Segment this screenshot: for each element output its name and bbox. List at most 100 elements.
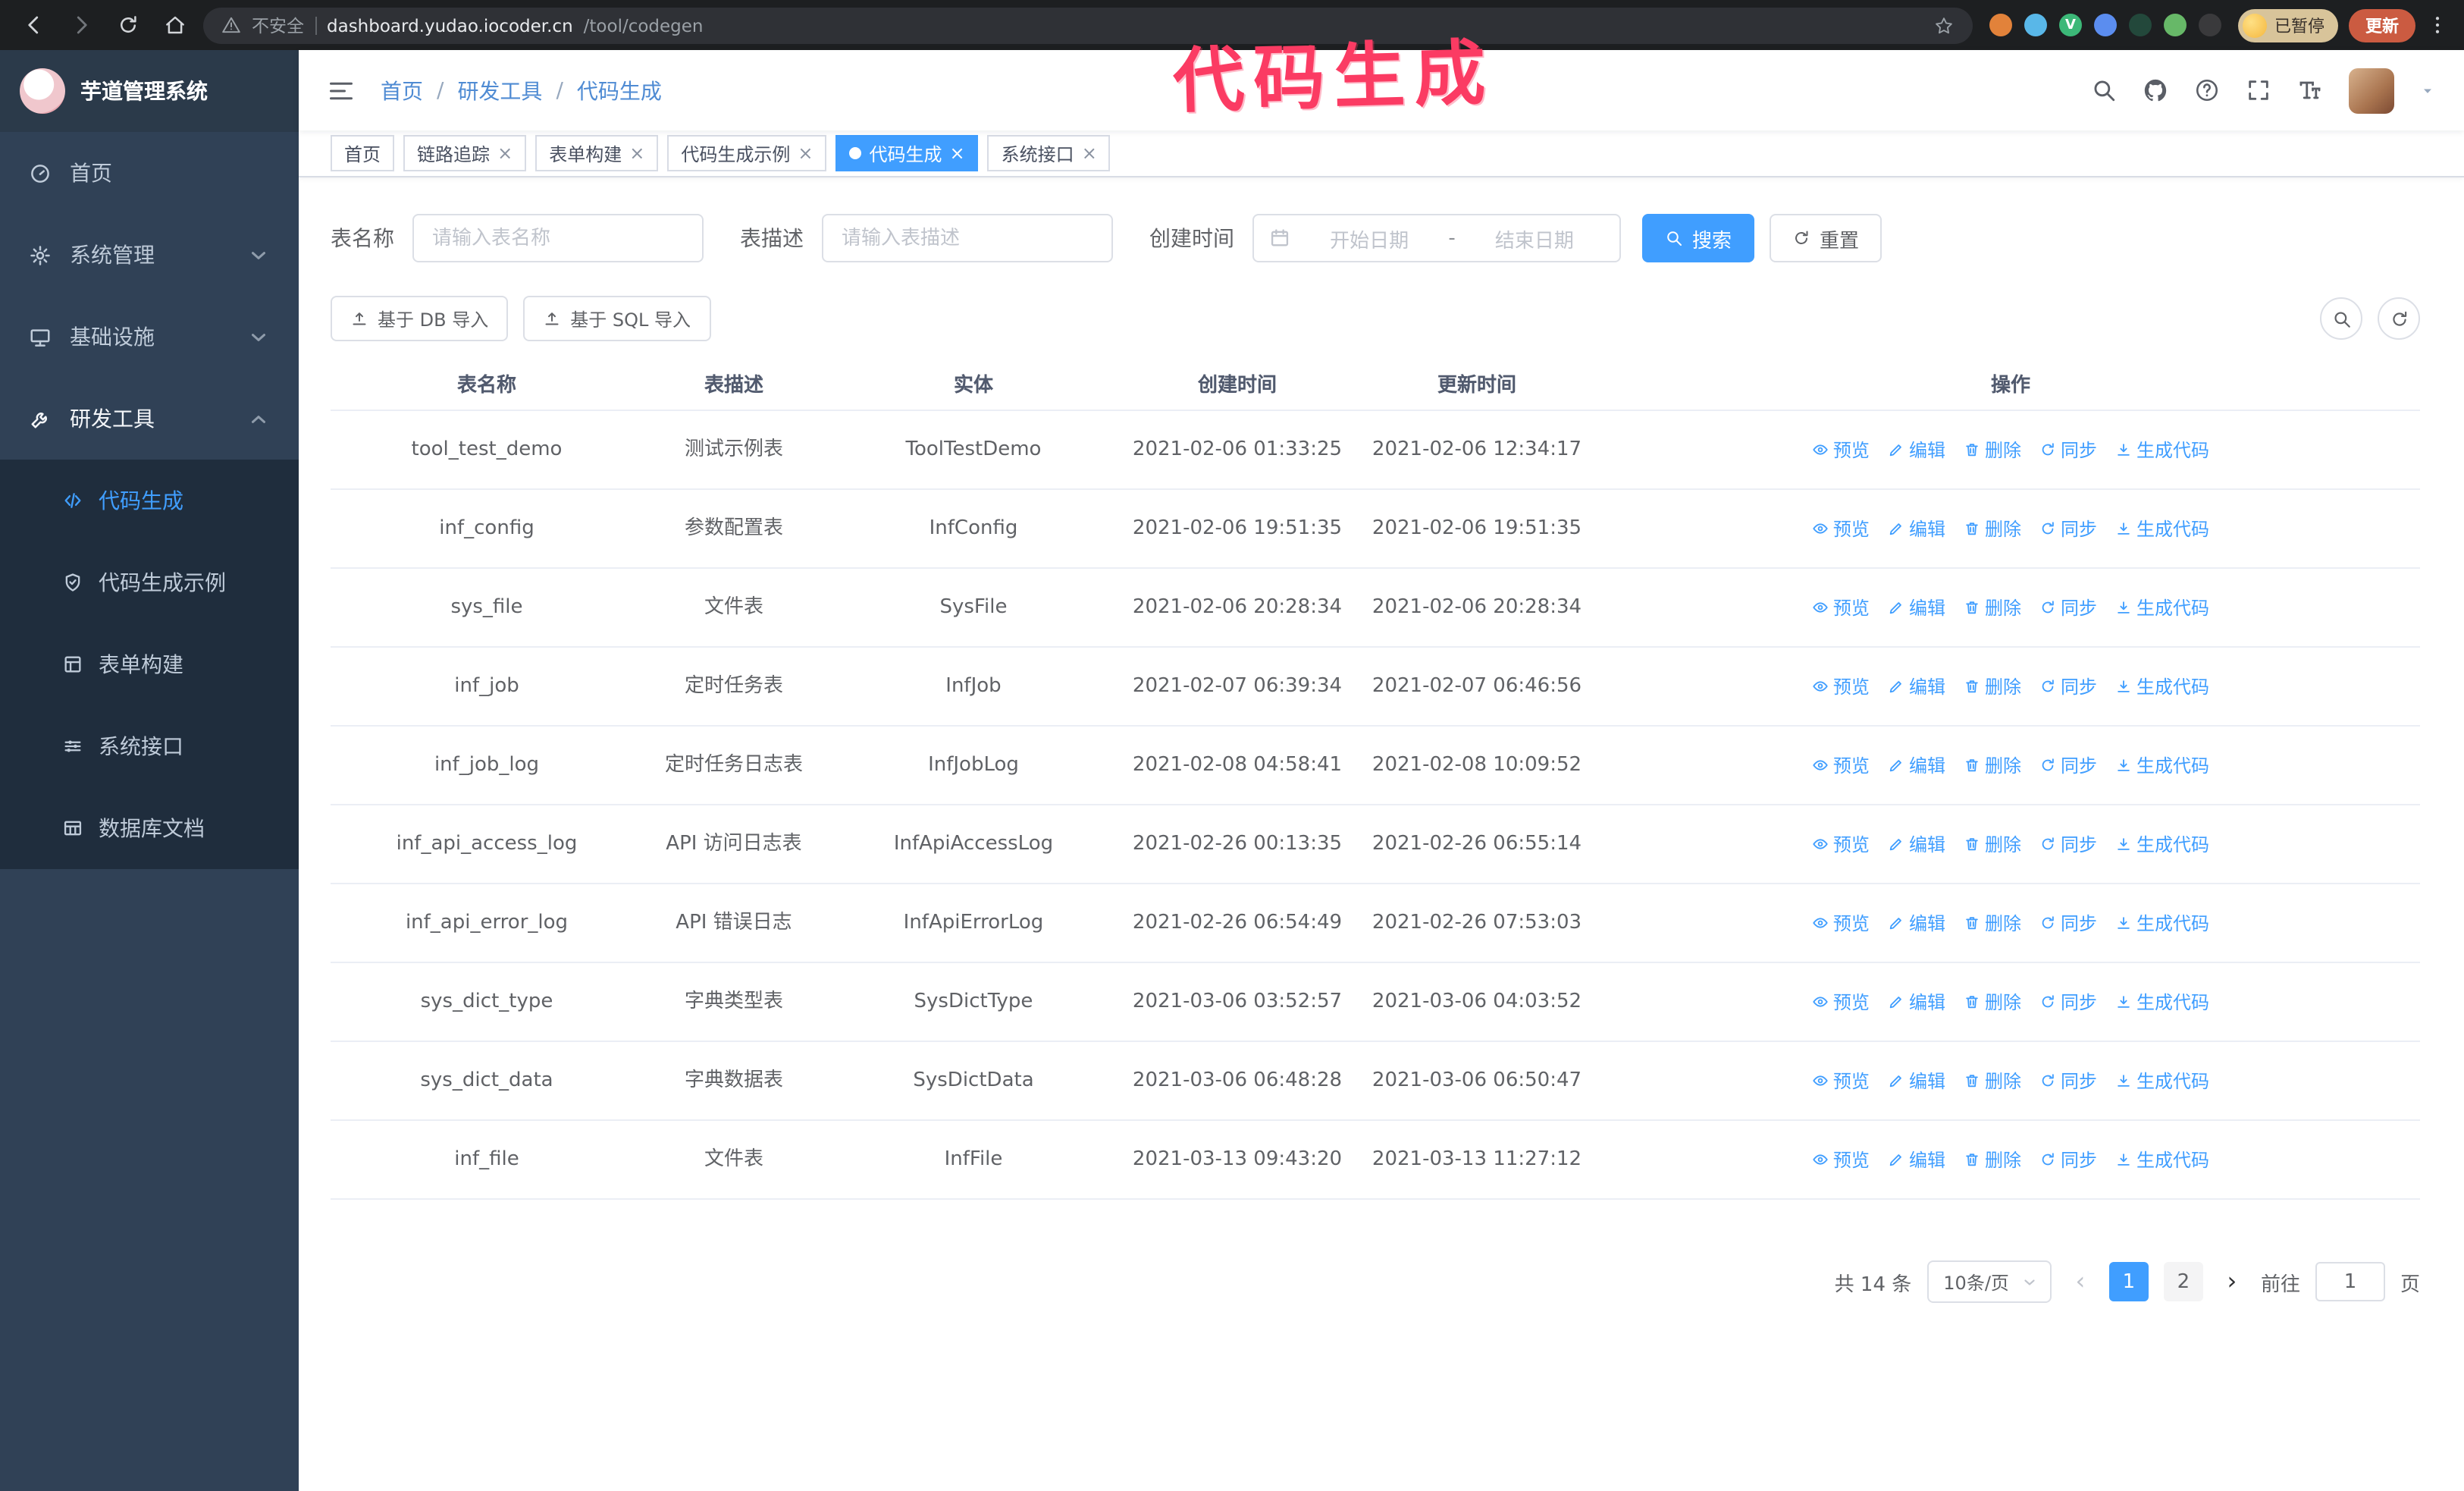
extension-leaf-icon[interactable] [2164,14,2187,36]
generate-code-link[interactable]: 生成代码 [2115,908,2209,938]
extension-grid-icon[interactable] [2094,14,2117,36]
refresh-table-button[interactable] [2378,297,2420,340]
bookmark-star-icon[interactable] [1933,14,1955,36]
browser-menu-icon[interactable] [2426,14,2449,36]
sync-link[interactable]: 同步 [2039,908,2097,938]
close-tab-icon[interactable]: × [950,144,965,162]
sidebar-logo[interactable]: 芋道管理系统 [0,50,299,132]
generate-code-link[interactable]: 生成代码 [2115,1144,2209,1175]
browser-home-button[interactable] [156,7,193,43]
sidebar-item-form-builder[interactable]: 表单构建 [0,623,299,705]
edit-link[interactable]: 编辑 [1888,435,1945,465]
tab-trace[interactable]: 链路追踪 × [403,135,527,171]
tab-home[interactable]: 首页 [331,135,395,171]
sync-link[interactable]: 同步 [2039,592,2097,623]
sync-link[interactable]: 同步 [2039,1144,2097,1175]
generate-code-link[interactable]: 生成代码 [2115,513,2209,544]
generate-code-link[interactable]: 生成代码 [2115,750,2209,780]
toggle-search-button[interactable] [2320,297,2362,340]
sync-link[interactable]: 同步 [2039,829,2097,859]
font-size-icon[interactable] [2297,77,2323,103]
delete-link[interactable]: 删除 [1964,1066,2021,1096]
goto-page-input[interactable] [2315,1262,2385,1301]
browser-forward-button[interactable] [62,7,99,43]
delete-link[interactable]: 删除 [1964,671,2021,702]
search-button[interactable]: 搜索 [1642,214,1755,262]
sidebar-item-database-docs[interactable]: 数据库文档 [0,787,299,869]
preview-link[interactable]: 预览 [1812,829,1870,859]
close-tab-icon[interactable]: × [798,144,813,162]
generate-code-link[interactable]: 生成代码 [2115,435,2209,465]
edit-link[interactable]: 编辑 [1888,987,1945,1017]
edit-link[interactable]: 编辑 [1888,1066,1945,1096]
sidebar-item-system-api[interactable]: 系统接口 [0,705,299,787]
next-page-button[interactable]: › [2218,1269,2246,1294]
preview-link[interactable]: 预览 [1812,1144,1870,1175]
delete-link[interactable]: 删除 [1964,1144,2021,1175]
fullscreen-icon[interactable] [2246,77,2271,103]
delete-link[interactable]: 删除 [1964,987,2021,1017]
generate-code-link[interactable]: 生成代码 [2115,1066,2209,1096]
extension-drop-icon[interactable] [2024,14,2047,36]
edit-link[interactable]: 编辑 [1888,908,1945,938]
generate-code-link[interactable]: 生成代码 [2115,829,2209,859]
edit-link[interactable]: 编辑 [1888,1144,1945,1175]
browser-back-button[interactable] [15,7,52,43]
sidebar-item-home[interactable]: 首页 [0,132,299,214]
delete-link[interactable]: 删除 [1964,592,2021,623]
edit-link[interactable]: 编辑 [1888,829,1945,859]
profile-paused-badge[interactable]: 已暂停 [2238,8,2338,42]
tab-codegen-example[interactable]: 代码生成示例 × [667,135,827,171]
edit-link[interactable]: 编辑 [1888,671,1945,702]
extension-pin-icon[interactable] [2199,14,2221,36]
extension-fox-icon[interactable] [1989,14,2012,36]
import-db-button[interactable]: 基于 DB 导入 [331,296,509,341]
extension-capture-icon[interactable] [2129,14,2152,36]
edit-link[interactable]: 编辑 [1888,513,1945,544]
header-search-icon[interactable] [2091,77,2117,103]
sync-link[interactable]: 同步 [2039,750,2097,780]
user-avatar[interactable] [2349,67,2394,113]
sync-link[interactable]: 同步 [2039,987,2097,1017]
generate-code-link[interactable]: 生成代码 [2115,671,2209,702]
generate-code-link[interactable]: 生成代码 [2115,592,2209,623]
table-name-input[interactable] [412,214,704,262]
delete-link[interactable]: 删除 [1964,513,2021,544]
avatar-caret-icon[interactable] [2420,83,2435,98]
close-tab-icon[interactable]: × [1082,144,1097,162]
breadcrumb-devtools[interactable]: 研发工具 [457,75,542,105]
sync-link[interactable]: 同步 [2039,1066,2097,1096]
reset-button[interactable]: 重置 [1770,214,1882,262]
sidebar-item-system-management[interactable]: 系统管理 [0,214,299,296]
preview-link[interactable]: 预览 [1812,435,1870,465]
preview-link[interactable]: 预览 [1812,513,1870,544]
import-sql-button[interactable]: 基于 SQL 导入 [523,296,710,341]
sidebar-item-infrastructure[interactable]: 基础设施 [0,296,299,378]
preview-link[interactable]: 预览 [1812,908,1870,938]
sidebar-item-code-generation[interactable]: 代码生成 [0,460,299,541]
github-icon[interactable] [2143,77,2168,103]
browser-reload-button[interactable] [109,7,146,43]
extension-v-circle-icon[interactable]: V [2059,14,2082,36]
preview-link[interactable]: 预览 [1812,671,1870,702]
preview-link[interactable]: 预览 [1812,750,1870,780]
preview-link[interactable]: 预览 [1812,592,1870,623]
hamburger-menu-icon[interactable] [328,77,355,104]
breadcrumb-home[interactable]: 首页 [381,75,423,105]
edit-link[interactable]: 编辑 [1888,750,1945,780]
delete-link[interactable]: 删除 [1964,435,2021,465]
preview-link[interactable]: 预览 [1812,1066,1870,1096]
help-icon[interactable] [2194,77,2220,103]
tab-code-generation[interactable]: 代码生成 × [835,135,979,171]
page-1-button[interactable]: 1 [2108,1262,2149,1301]
create-time-range-picker[interactable]: 开始日期 - 结束日期 [1252,214,1621,262]
prev-page-button[interactable]: ‹ [2067,1269,2094,1294]
preview-link[interactable]: 预览 [1812,987,1870,1017]
browser-update-button[interactable]: 更新 [2349,8,2415,42]
delete-link[interactable]: 删除 [1964,829,2021,859]
table-desc-input[interactable] [822,214,1113,262]
edit-link[interactable]: 编辑 [1888,592,1945,623]
page-2-button[interactable]: 2 [2163,1262,2203,1301]
generate-code-link[interactable]: 生成代码 [2115,987,2209,1017]
tab-system-api[interactable]: 系统接口 × [987,135,1111,171]
